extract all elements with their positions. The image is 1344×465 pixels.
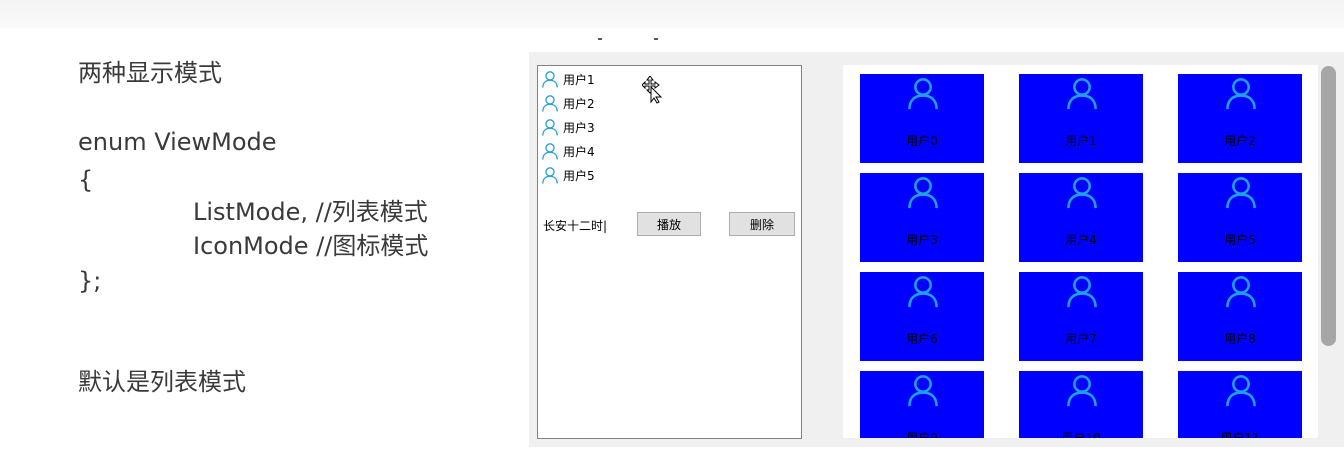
slide-title: 两种显示模式 <box>78 59 222 87</box>
text-label: 长安十二时| <box>543 219 608 233</box>
icon-tile[interactable]: 用户11 <box>1178 371 1302 438</box>
play-button[interactable]: 播放 <box>637 212 701 236</box>
list-item-label: 用户2 <box>563 96 595 111</box>
icon-tile-label: 用户11 <box>1220 431 1260 438</box>
list-item-label: 用户5 <box>563 168 595 183</box>
list-item[interactable]: 用户2 <box>541 93 595 113</box>
icon-tile-label: 用户9 <box>906 431 938 438</box>
delete-button[interactable]: 删除 <box>729 212 795 236</box>
icon-tile-label: 用户0 <box>906 134 938 148</box>
list-item[interactable]: 用户5 <box>541 165 595 185</box>
user-icon <box>541 94 563 112</box>
icon-tile[interactable]: 用户0 <box>860 74 984 163</box>
icon-tile[interactable]: 用户9 <box>860 371 984 438</box>
icon-tile[interactable]: 用户3 <box>860 173 984 262</box>
code-line-open-brace: { <box>78 166 94 194</box>
icon-tile[interactable]: 用户5 <box>1178 173 1302 262</box>
icon-view[interactable]: 用户0 用户1 用户2 用户3 用户4 用户5 用户6 用户7 用户8 用户9 用户10 用户11 <box>843 65 1318 438</box>
user-icon <box>541 70 563 88</box>
icon-tile-label: 用户2 <box>1224 134 1256 148</box>
icon-tile-label: 用户1 <box>1065 134 1097 148</box>
list-item-label: 用户4 <box>563 144 595 159</box>
list-item-label: 用户1 <box>563 72 595 87</box>
icon-tile[interactable]: 用户8 <box>1178 272 1302 361</box>
scrollbar-thumb[interactable] <box>1321 66 1336 346</box>
icon-tile[interactable]: 用户6 <box>860 272 984 361</box>
icon-tile[interactable]: 用户7 <box>1019 272 1143 361</box>
default-mode-note: 默认是列表模式 <box>78 368 246 396</box>
user-icon <box>541 118 563 136</box>
icon-tile-label: 用户5 <box>1224 233 1256 247</box>
icon-tile[interactable]: 用户2 <box>1178 74 1302 163</box>
icon-tile-label: 用户6 <box>906 332 938 346</box>
icon-tile-label: 用户7 <box>1065 332 1097 346</box>
icon-tile[interactable]: 用户1 <box>1019 74 1143 163</box>
code-line-listmode: ListMode, //列表模式 <box>193 198 428 226</box>
list-item-label: 用户3 <box>563 120 595 135</box>
list-item[interactable]: 用户4 <box>541 141 595 161</box>
window-edge-marks <box>594 36 664 42</box>
code-line-close-brace: }; <box>78 267 102 295</box>
icon-tile-label: 用户3 <box>906 233 938 247</box>
icon-tile-label: 用户8 <box>1224 332 1256 346</box>
list-item[interactable]: 用户3 <box>541 117 595 137</box>
user-icon <box>541 142 563 160</box>
icon-tile-label: 用户10 <box>1061 431 1101 438</box>
move-cursor-icon <box>641 75 664 108</box>
code-line-enum: enum ViewMode <box>78 128 277 156</box>
top-band <box>0 0 1344 28</box>
list-item[interactable]: 用户1 <box>541 69 595 89</box>
icon-tile[interactable]: 用户4 <box>1019 173 1143 262</box>
user-icon <box>541 166 563 184</box>
code-line-iconmode: IconMode //图标模式 <box>193 232 429 260</box>
icon-tile[interactable]: 用户10 <box>1019 371 1143 438</box>
icon-tile-label: 用户4 <box>1065 233 1097 247</box>
